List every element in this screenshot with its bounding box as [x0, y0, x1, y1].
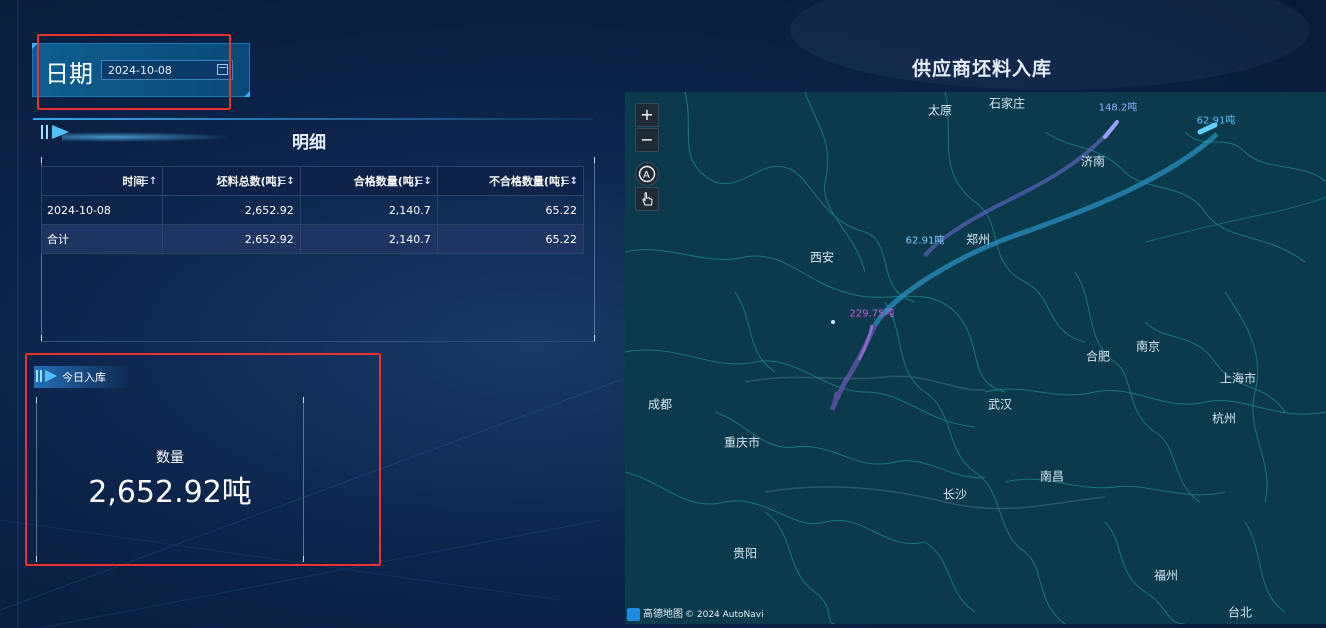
city-label: 福州	[1153, 568, 1179, 583]
map-attribution: 高德地图 © 2024 AutoNavi	[627, 605, 764, 621]
city-label: 贵阳	[732, 546, 758, 561]
zoom-in-button[interactable]: +	[635, 103, 659, 127]
city-label: 成都	[647, 397, 673, 412]
column-header-qualified[interactable]: 合格数量(吨) ☰↕	[299, 166, 438, 196]
flow-value-label: 229.75吨	[849, 308, 895, 320]
cell-qualified: 2,140.7	[299, 195, 438, 225]
flow-value-label: 62.91吨	[1196, 115, 1236, 127]
map-view[interactable]: 太原 石家庄济南郑州西安合肥 南京上海市成都 武汉杭州重庆市南昌长沙贵阳福州台北 14…	[625, 92, 1326, 624]
column-header-time[interactable]: 时间 ☰↑	[40, 166, 164, 196]
detail-header-glow	[62, 132, 232, 142]
city-label: 武汉	[987, 397, 1013, 412]
city-label: 台北	[1227, 605, 1253, 620]
city-label: 合肥	[1085, 349, 1111, 364]
attribution-logo-text: 高德地图	[643, 609, 683, 620]
cell-unqualified: 65.22	[436, 195, 585, 225]
page-title: 供应商坯料入库	[912, 58, 1053, 80]
city-label: 上海市	[1219, 371, 1257, 386]
table-row[interactable]: 2024-10-08 2,652.92 2,140.7 65.22	[40, 195, 585, 225]
city-label: 杭州	[1211, 411, 1237, 426]
sort-icon[interactable]: ☰↑	[140, 176, 157, 187]
detail-header-line	[33, 118, 593, 120]
city-label: 长沙	[942, 487, 968, 502]
column-header-unqualified[interactable]: 不合格数量(吨) ☰↕	[436, 166, 585, 196]
attribution-text: © 2024 AutoNavi	[685, 610, 764, 620]
highlight-box-date	[37, 34, 231, 110]
detail-title: 明细	[292, 133, 326, 153]
city-label: 石家庄	[988, 96, 1026, 111]
compass-icon[interactable]: A	[635, 162, 659, 186]
svg-text:A: A	[643, 170, 650, 181]
city-label: 太原	[927, 103, 953, 118]
column-header-total[interactable]: 坯料总数(吨) ☰↕	[162, 166, 301, 196]
city-label: 南京	[1135, 339, 1161, 354]
column-header-label: 不合格数量(吨)	[488, 175, 565, 188]
cell-time: 2024-10-08	[40, 195, 164, 225]
map-boundaries	[625, 92, 1326, 624]
pan-hand-icon[interactable]	[635, 187, 659, 211]
column-header-label: 合格数量(吨)	[353, 175, 419, 188]
detail-table: 时间 ☰↑ 坯料总数(吨) ☰↕ 合格数量(吨) ☰↕ 不合格数量(吨) ☰↕ 2024…	[40, 166, 585, 254]
city-label: 济南	[1080, 154, 1106, 169]
flow-value-label: 148.2吨	[1098, 102, 1138, 114]
sort-icon[interactable]: ☰↕	[277, 176, 294, 187]
city-label: 西安	[809, 250, 835, 265]
city-label: 南昌	[1039, 469, 1065, 484]
sort-icon[interactable]: ☰↕	[561, 176, 578, 187]
map-logo-icon	[627, 608, 640, 621]
column-header-label: 坯料总数(吨)	[216, 175, 282, 188]
cell-unqualified: 65.22	[436, 224, 585, 254]
cell-time: 合计	[40, 224, 164, 254]
sort-icon[interactable]: ☰↕	[414, 176, 431, 187]
cell-total: 2,652.92	[162, 224, 301, 254]
city-label: 郑州	[965, 232, 991, 247]
highlight-box-today	[25, 353, 381, 566]
table-header-row: 时间 ☰↑ 坯料总数(吨) ☰↕ 合格数量(吨) ☰↕ 不合格数量(吨) ☰↕	[40, 166, 585, 196]
cell-total: 2,652.92	[162, 195, 301, 225]
zoom-out-button[interactable]: −	[635, 128, 659, 152]
table-row-total[interactable]: 合计 2,652.92 2,140.7 65.22	[40, 224, 585, 254]
cell-qualified: 2,140.7	[299, 224, 438, 254]
flow-value-label: 62.91吨	[905, 235, 945, 247]
city-label: 重庆市	[723, 435, 761, 450]
